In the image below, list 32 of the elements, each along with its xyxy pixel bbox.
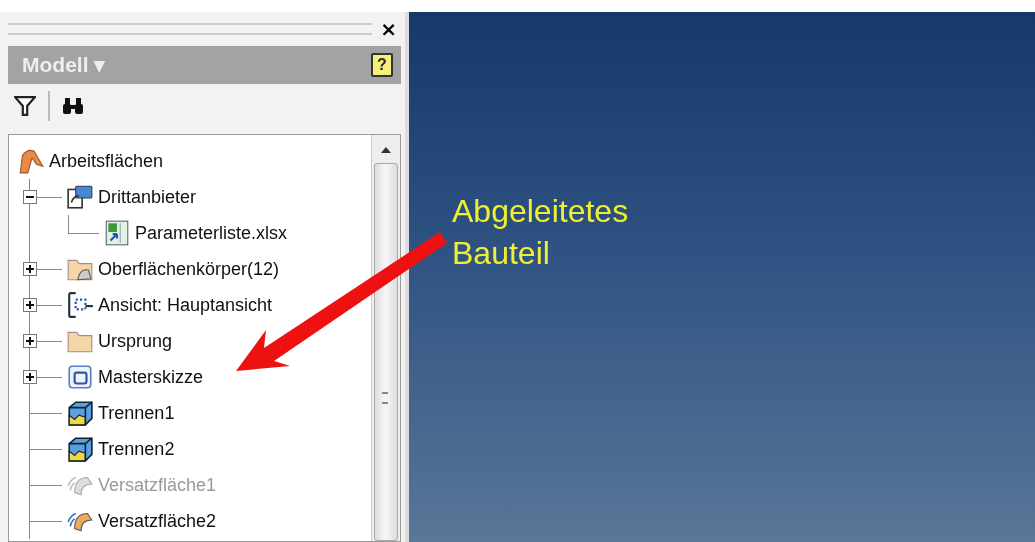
box-icon	[66, 399, 94, 427]
filter-icon[interactable]	[14, 95, 36, 117]
expand-toggle[interactable]	[23, 333, 37, 348]
planes-icon	[17, 147, 45, 175]
view-icon	[66, 291, 94, 319]
tree-item[interactable]: Ansicht: Hauptansicht	[98, 294, 273, 316]
tree-item[interactable]: Parameterliste.xlsx	[135, 222, 288, 244]
tree-item[interactable]: Trennen2	[98, 438, 175, 460]
tree-item[interactable]: Masterskizze	[98, 366, 204, 388]
scrollbar[interactable]	[371, 135, 400, 541]
tree-item[interactable]: Arbeitsflächen	[49, 150, 164, 172]
spreadsheet-icon	[103, 219, 131, 247]
panel-grip[interactable]	[8, 23, 373, 35]
tree-connector-line	[68, 214, 99, 234]
tree-item[interactable]: Trennen1	[98, 402, 175, 424]
help-button[interactable]: ?	[371, 53, 393, 77]
scroll-up-icon[interactable]	[381, 147, 391, 153]
collapse-toggle[interactable]	[23, 189, 37, 204]
close-button[interactable]: ×	[372, 17, 405, 41]
monitor-link-icon	[66, 183, 94, 211]
expand-toggle[interactable]	[23, 261, 37, 276]
box-icon	[66, 435, 94, 463]
binoculars-icon[interactable]	[62, 95, 84, 117]
expand-toggle[interactable]	[23, 297, 37, 312]
tree-item[interactable]: Versatzfläche2	[98, 510, 217, 532]
sketch-icon	[66, 363, 94, 391]
tree-item[interactable]: Ursprung	[98, 330, 173, 352]
scroll-thumb[interactable]	[374, 163, 398, 541]
tree-item[interactable]: Oberflächenkörper(12)	[98, 258, 280, 280]
expand-toggle[interactable]	[23, 369, 37, 384]
tree-item[interactable]: Drittanbieter	[98, 186, 197, 208]
annotation-text: Abgeleitetes Bauteil	[452, 192, 629, 273]
